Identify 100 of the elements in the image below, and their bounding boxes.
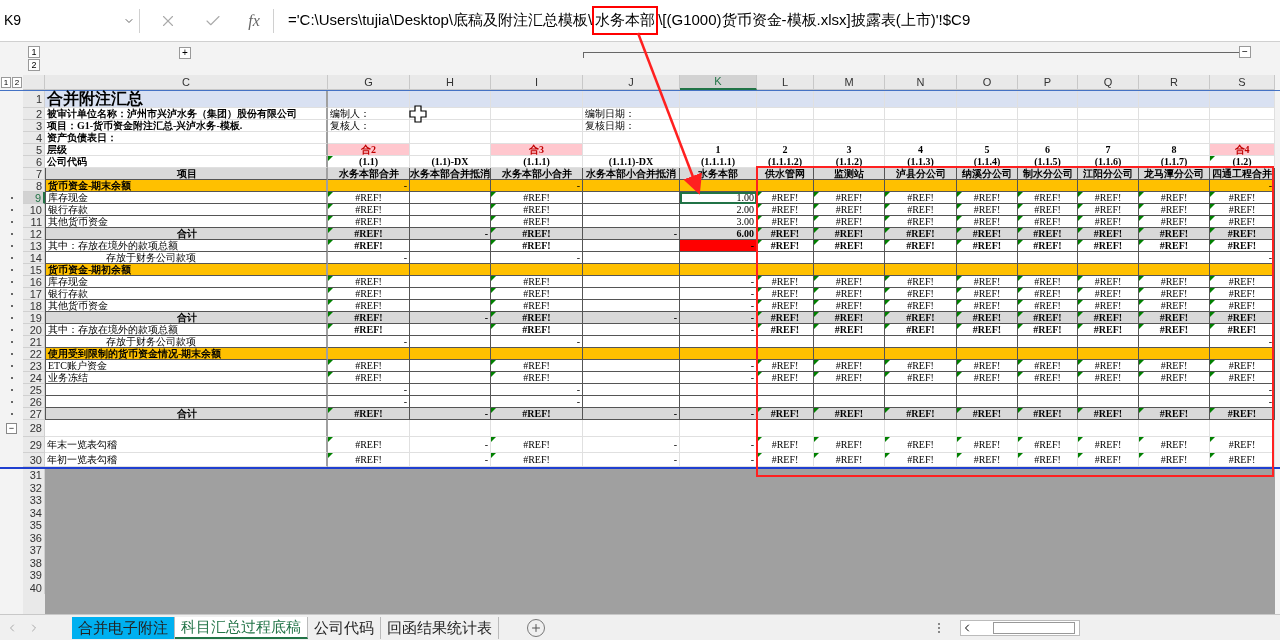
column-header[interactable]: G [328,75,410,90]
row-label: ETC账户资金 [45,360,328,372]
table-cell [957,91,1018,108]
collapse-button[interactable]: − [1239,46,1251,58]
column-header[interactable]: L [757,75,814,90]
row-number[interactable]: 27 [23,408,45,420]
scroll-thumb[interactable] [993,621,1075,634]
cell-value: #REF! [1227,240,1257,251]
row-number[interactable]: 19 [23,312,45,324]
row-number[interactable]: 10 [23,204,45,216]
column-header[interactable]: I [491,75,583,90]
cell-value: #REF! [1160,454,1188,465]
cell-value: #REF! [522,408,551,419]
table-cell: - [491,336,583,348]
row-number[interactable]: 39 [23,569,45,582]
cell-value: #REF! [1159,240,1189,251]
formula-field[interactable]: ='C:\Users\tujia\Desktop\底稿及附注汇总模板\ 水务本部 \[(G1000)货币资金-模板.xlsx]披露表(上市)'!$C9 [274,8,1280,33]
row-number[interactable]: 28 [23,420,45,437]
collapse-button[interactable]: − [6,423,17,434]
cell-value: #REF! [771,454,799,465]
row-number[interactable]: 16 [23,276,45,288]
cursor-icon [409,105,427,123]
table-cell: 四通工程合并 [1210,168,1275,180]
column-header[interactable]: K [680,75,757,90]
row-number[interactable]: 18 [23,300,45,312]
table-cell: - [680,312,757,324]
cell-value: #REF! [1094,216,1122,227]
table-cell: - [680,372,757,384]
row-number[interactable]: 13 [23,240,45,252]
insert-function-button[interactable]: fx [248,8,260,33]
row-number[interactable]: 31 [23,469,45,482]
cell-value: #REF! [906,312,935,323]
cell-value: #REF! [1160,288,1188,299]
row-number[interactable]: 11 [23,216,45,228]
column-header[interactable]: Q [1078,75,1139,90]
row-number[interactable]: 4 [23,132,45,144]
row-number[interactable]: 5 [23,144,45,156]
table-cell [1210,91,1275,108]
row-label: 其中：存放在境外的款项总额 [45,240,328,252]
column-header[interactable]: O [957,75,1018,90]
row-number[interactable]: 23 [23,360,45,372]
row-number[interactable]: 22 [23,348,45,360]
table-cell: 2.00 [680,204,757,216]
cell-value: #REF! [354,324,383,335]
row-number[interactable]: 15 [23,264,45,276]
cell-value: #REF! [354,240,383,251]
table-cell [957,132,1018,144]
row-number[interactable]: 21 [23,336,45,348]
row-number[interactable]: 29 [23,437,45,453]
row-number[interactable]: 17 [23,288,45,300]
cell-value: #REF! [1160,204,1188,215]
select-all-corner[interactable] [23,75,45,90]
row-number[interactable]: 33 [23,494,45,507]
cell-value: #REF! [835,439,863,450]
cell-value: #REF! [972,408,1002,419]
column-header[interactable]: C [45,75,328,90]
row-number[interactable]: 8 [23,180,45,192]
row-number[interactable]: 7 [23,168,45,180]
table-cell: - [491,384,583,396]
horizontal-scrollbar[interactable] [960,619,1080,636]
row-number[interactable]: 2 [23,108,45,120]
outline-level-button[interactable]: 1 [28,46,40,58]
row-number[interactable]: 14 [23,252,45,264]
cell-value: #REF! [907,204,934,215]
column-header[interactable]: N [885,75,957,90]
row-number[interactable]: 12 [23,228,45,240]
row-number[interactable]: 3 [23,120,45,132]
table-cell: 4 [885,144,957,156]
column-header[interactable]: S [1210,75,1275,90]
row-number[interactable]: 1 [23,91,45,108]
column-header[interactable]: P [1018,75,1078,90]
sheet-tab[interactable]: 科目汇总过程底稿 [175,616,308,639]
row-number[interactable]: 6 [23,156,45,168]
table-cell [1210,120,1275,132]
outline-level-button[interactable]: 1 [1,77,11,88]
table-cell: - [680,240,757,252]
row-number[interactable]: 35 [23,519,45,532]
row-number[interactable]: 24 [23,372,45,384]
column-header[interactable]: M [814,75,885,90]
row-number[interactable]: 37 [23,544,45,557]
column-header[interactable]: R [1139,75,1210,90]
row-number[interactable]: 30 [23,453,45,467]
sheet-tab[interactable]: 合并电子附注 [72,616,175,639]
sheet-tab[interactable]: 公司代码 [308,616,381,639]
name-box[interactable]: K9 [0,8,140,33]
cell-value: #REF! [973,439,1001,450]
row-number[interactable]: 20 [23,324,45,336]
outline-level-button[interactable]: 2 [12,77,22,88]
row-number[interactable]: 25 [23,384,45,396]
row-number[interactable]: 26 [23,396,45,408]
outline-level-button[interactable]: 2 [28,59,40,71]
column-header[interactable]: H [410,75,491,90]
cell-value: #REF! [1094,192,1122,203]
row-number[interactable]: 9 [23,192,45,204]
column-header[interactable]: J [583,75,680,90]
cell-value: #REF! [1093,312,1123,323]
cell-value: #REF! [1160,372,1188,383]
expand-button[interactable]: + [179,47,191,59]
sheet-tab[interactable]: 回函结果统计表 [381,616,499,639]
cell-value: #REF! [523,276,550,287]
